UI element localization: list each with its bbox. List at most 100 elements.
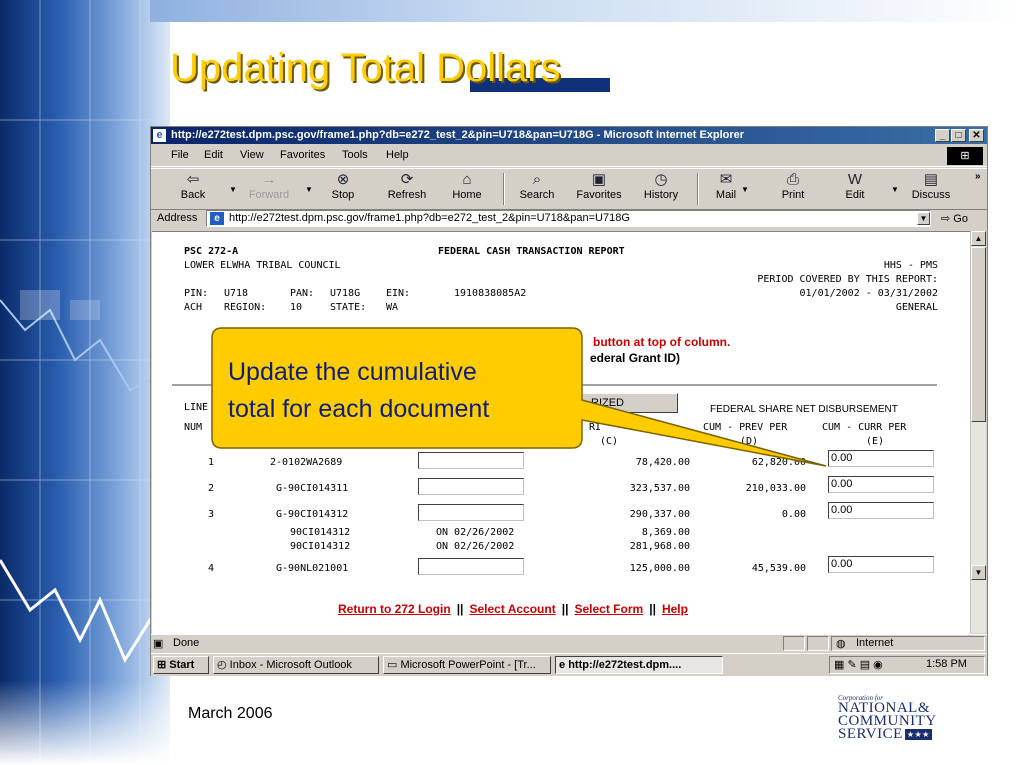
row-cum-prev: 0.00	[781, 509, 806, 520]
col-num-header: NUM	[184, 422, 203, 433]
row-cum-curr-input[interactable]: 0.00	[828, 556, 934, 573]
status-pane	[807, 636, 829, 651]
vertical-scrollbar[interactable]: ▲ ▼	[970, 231, 986, 633]
scroll-down-icon[interactable]: ▼	[971, 565, 986, 580]
help-link[interactable]: Help	[662, 602, 688, 616]
forward-arrow-icon: →	[261, 171, 277, 188]
subrow-document-id: 90CI014312	[290, 527, 351, 538]
pan-value: U718G	[330, 288, 361, 299]
search-label: Search	[519, 189, 555, 201]
forward-dropdown-icon[interactable]: ▼	[305, 185, 313, 194]
window-titlebar: e http://e272test.dpm.psc.gov/frame1.php…	[151, 127, 987, 144]
select-form-link[interactable]: Select Form	[574, 602, 643, 616]
callout-line-1: Update the cumulative	[228, 358, 477, 386]
print-button[interactable]: ⎙ Print	[765, 171, 821, 201]
menu-tools[interactable]: Tools	[342, 149, 368, 161]
stop-button[interactable]: ⊗ Stop	[315, 171, 371, 201]
menu-view[interactable]: View	[240, 149, 264, 161]
back-arrow-icon: ⇦	[186, 171, 200, 188]
refresh-button[interactable]: ⟳ Refresh	[379, 171, 435, 201]
row-document-id: G-90CI014312	[276, 509, 349, 520]
row-document-id: G-90NL021001	[276, 563, 349, 574]
back-button[interactable]: ⇦ Back	[165, 171, 221, 201]
menu-favorites[interactable]: Favorites	[280, 149, 325, 161]
windows-flag-icon: ⊞	[157, 659, 170, 671]
authorized-sort-button[interactable]: RIZED	[582, 393, 678, 413]
row-authorized-amount: 290,337.00	[629, 509, 690, 520]
scroll-up-icon[interactable]: ▲	[971, 231, 986, 246]
address-label: Address	[157, 212, 198, 224]
row-authorized-amount: 125,000.00	[629, 563, 690, 574]
taskbar-outlook[interactable]: ◴ Inbox - Microsoft Outlook	[213, 656, 379, 674]
refresh-label: Refresh	[387, 189, 427, 201]
favorites-button[interactable]: ▣ Favorites	[571, 171, 627, 201]
discuss-button[interactable]: ▤ Discuss	[903, 171, 959, 201]
menu-file[interactable]: File	[171, 149, 189, 161]
ie-icon: e	[153, 129, 166, 142]
return-to-login-link[interactable]: Return to 272 Login	[338, 602, 451, 616]
slide-title: Updating Total Dollars	[170, 46, 561, 90]
row-cum-curr-input[interactable]: 0.00	[828, 476, 934, 493]
close-button[interactable]: ✕	[969, 129, 984, 142]
ein-value: 1910838085A2	[454, 288, 527, 299]
search-button[interactable]: ⌕ Search	[509, 171, 565, 201]
menu-edit[interactable]: Edit	[204, 149, 223, 161]
windows-logo-icon: ⊞	[947, 147, 983, 165]
top-decorative-band	[150, 0, 1024, 22]
toolbar-overflow-icon[interactable]: »	[975, 171, 981, 182]
row-line-number: 3	[208, 509, 215, 520]
period-label: PERIOD COVERED BY THIS REPORT:	[757, 274, 938, 285]
forward-label: Forward	[248, 189, 290, 201]
zone-pane: ◍ Internet	[831, 636, 985, 651]
forward-button[interactable]: → Forward	[241, 171, 297, 201]
footer-date: March 2006	[188, 705, 273, 722]
agency: HHS - PMS	[883, 260, 938, 271]
row-cum-prev: 62,820.00	[751, 457, 806, 468]
taskbar-ie[interactable]: e http://e272test.dpm....	[555, 656, 723, 674]
print-label: Print	[781, 189, 805, 201]
row-input-blank[interactable]	[418, 452, 524, 469]
menu-bar: File Edit View Favorites Tools Help ⊞	[151, 146, 987, 167]
page-icon: e	[210, 212, 224, 225]
region-label: REGION:	[224, 302, 267, 313]
home-icon: ⌂	[462, 171, 472, 188]
task-label: Microsoft PowerPoint - [Tr...	[400, 659, 536, 671]
mail-dropdown-icon[interactable]: ▼	[741, 185, 749, 194]
maximize-button[interactable]: □	[951, 129, 966, 142]
row-input-blank[interactable]	[418, 478, 524, 495]
status-text: Done	[173, 637, 200, 649]
row-document-id: G-90CI014311	[276, 483, 349, 494]
system-tray: ▦ ✎ ▤ ◉ 1:58 PM	[829, 656, 985, 674]
go-button[interactable]: ⇨ Go	[941, 212, 968, 225]
start-button[interactable]: ⊞ Start	[153, 656, 209, 674]
taskbar: ⊞ Start ◴ Inbox - Microsoft Outlook ▭ Mi…	[151, 653, 987, 676]
row-input-blank[interactable]	[418, 504, 524, 521]
taskbar-powerpoint[interactable]: ▭ Microsoft PowerPoint - [Tr...	[383, 656, 551, 674]
edit-label: Edit	[845, 189, 865, 201]
select-account-link[interactable]: Select Account	[469, 602, 555, 616]
row-cum-curr-input[interactable]: 0.00	[828, 502, 934, 519]
address-input[interactable]: e http://e272test.dpm.psc.gov/frame1.php…	[206, 210, 931, 227]
back-dropdown-icon[interactable]: ▼	[229, 185, 237, 194]
menu-help[interactable]: Help	[386, 149, 409, 161]
powerpoint-icon: ▭	[387, 659, 401, 671]
window-title: http://e272test.dpm.psc.gov/frame1.php?d…	[171, 129, 745, 141]
address-url: http://e272test.dpm.psc.gov/frame1.php?d…	[229, 212, 630, 224]
minimize-button[interactable]: _	[935, 129, 950, 142]
stop-icon: ⊗	[336, 171, 350, 188]
row-input-blank[interactable]	[418, 558, 524, 575]
state-value: WA	[386, 302, 399, 313]
scroll-thumb[interactable]	[971, 247, 986, 422]
edit-dropdown-icon[interactable]: ▼	[891, 185, 899, 194]
row-cum-curr-input[interactable]: 0.00	[828, 450, 934, 467]
history-button[interactable]: ◷ History	[633, 171, 689, 201]
home-button[interactable]: ⌂ Home	[439, 171, 495, 201]
address-dropdown-icon[interactable]: ▼	[917, 212, 930, 225]
history-icon: ◷	[654, 171, 668, 188]
address-bar: Address e http://e272test.dpm.psc.gov/fr…	[151, 209, 987, 229]
status-page-icon: ▣	[153, 638, 164, 650]
report-type: GENERAL	[895, 302, 938, 313]
standard-toolbar: ⇦ Back ▼ → Forward ▼ ⊗ Stop ⟳ Refresh ⌂ Home …	[151, 168, 987, 210]
col-c-fragment: RI	[589, 422, 602, 433]
edit-button[interactable]: W Edit	[827, 171, 883, 201]
